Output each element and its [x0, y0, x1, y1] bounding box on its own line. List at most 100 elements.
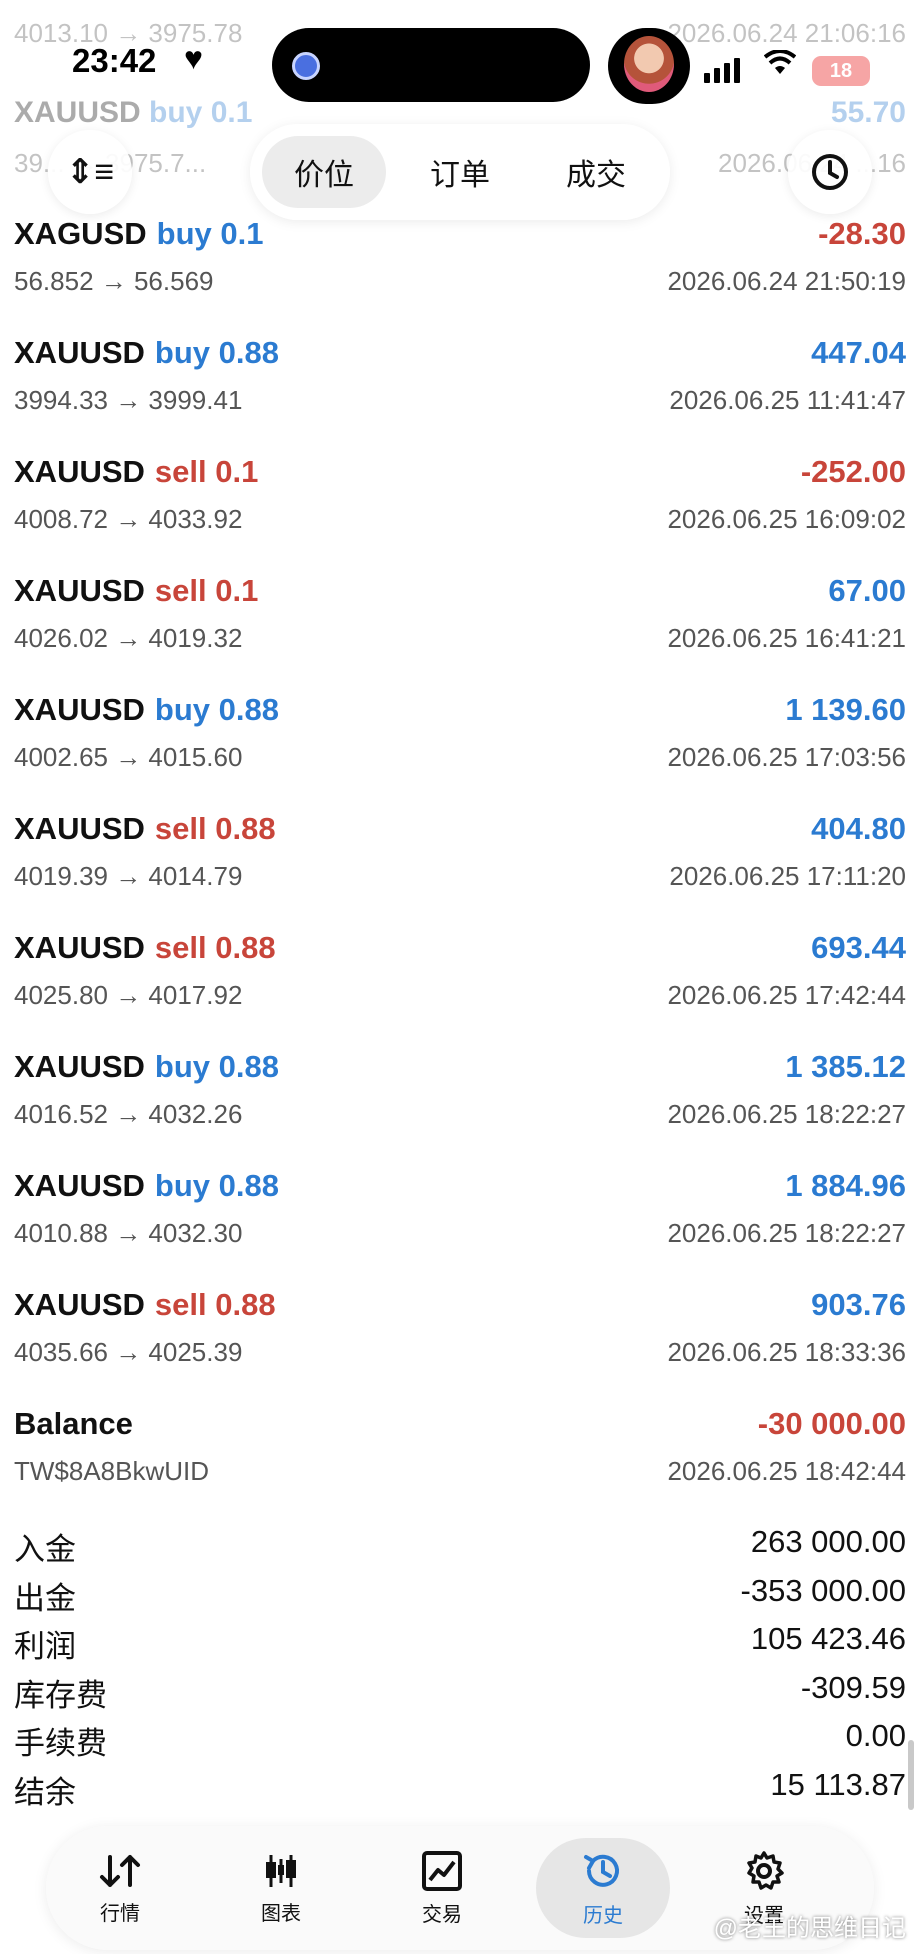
summary-row-profit: 利润 105 423.46	[14, 1621, 906, 1670]
deal-prices: 4008.72 → 4033.92	[14, 504, 243, 534]
heart-icon: ♥	[184, 40, 203, 76]
summary-label: 结余	[14, 1774, 76, 1810]
deal-symbol: Balance	[14, 1406, 133, 1441]
summary-label: 利润	[14, 1629, 76, 1665]
tab-label: 行情	[100, 1902, 140, 1925]
deal-row[interactable]: XAGUSD buy 0.1 -28.30 56.852 → 56.569 202…	[0, 216, 920, 335]
deal-datetime: 2026.06.25 17:11:20	[669, 861, 906, 891]
history-clock-icon	[584, 1854, 619, 1887]
sort-icon: ⇕≡	[65, 153, 115, 191]
deal-prices: 4016.52 → 4032.26	[14, 1099, 243, 1129]
deal-profit: 67.00	[828, 573, 906, 608]
summary-label: 手续费	[14, 1726, 107, 1762]
deal-profit: 1 139.60	[785, 692, 906, 727]
tab-label: 历史	[583, 1904, 623, 1927]
deal-row[interactable]: XAUUSD sell 0.88 404.80 4019.39 → 4014.79…	[0, 811, 920, 930]
trade-chart-icon	[422, 1850, 462, 1891]
deal-prices: 4010.88 → 4032.30	[14, 1218, 243, 1248]
deal-symbol: XAUUSD sell 0.88	[14, 930, 276, 965]
deal-prices: 4035.66 → 4025.39	[14, 1337, 243, 1367]
deal-prices: 4026.02 → 4019.32	[14, 623, 243, 653]
island-app-icon	[292, 52, 320, 80]
deal-symbol: XAUUSD buy 0.88	[14, 1049, 279, 1084]
settings-gear-icon	[747, 1850, 784, 1890]
deal-datetime: 2026.06.25 18:33:36	[667, 1337, 906, 1367]
tab-history[interactable]: 历史	[536, 1838, 670, 1938]
deal-symbol: XAUUSD buy 0.88	[14, 335, 279, 370]
summary-value: 0.00	[845, 1718, 906, 1754]
deal-datetime: 2026.06.25 18:22:27	[667, 1099, 906, 1129]
deal-row[interactable]: XAUUSD sell 0.88 903.76 4035.66 → 4025.39…	[0, 1287, 920, 1406]
deal-symbol: XAGUSD buy 0.1	[14, 216, 264, 251]
tab-label: 交易	[422, 1903, 462, 1926]
deal-row[interactable]: XAUUSD buy 0.88 1 385.12 4016.52 → 4032.2…	[0, 1049, 920, 1168]
deal-profit: 404.80	[811, 811, 906, 846]
deal-symbol: XAUUSD sell 0.1	[14, 573, 259, 608]
tab-orders[interactable]: 订单	[398, 136, 522, 208]
deal-comment: TW$8A8BkwUID	[14, 1456, 210, 1486]
deal-datetime: 2026.06.25 18:22:27	[667, 1218, 906, 1248]
deal-datetime: 2026.06.25 18:42:44	[667, 1456, 906, 1486]
deal-symbol: XAUUSD sell 0.1	[14, 454, 259, 489]
deal-row[interactable]: XAUUSD buy 0.88 1 139.60 4002.65 → 4015.6…	[0, 692, 920, 811]
deal-profit: 1 884.96	[785, 1168, 906, 1203]
deal-profit: 447.04	[811, 335, 906, 370]
tab-quotes[interactable]: 行情	[53, 1838, 187, 1938]
deal-profit: 1 385.12	[785, 1049, 906, 1084]
quotes-arrows-icon	[100, 1854, 140, 1887]
status-time: 23:42	[72, 42, 157, 79]
period-button[interactable]	[788, 130, 872, 214]
deal-profit: -252.00	[800, 454, 906, 489]
summary-value: 263 000.00	[750, 1524, 906, 1559]
clock-icon	[812, 154, 848, 190]
deal-symbol: XAUUSD sell 0.88	[14, 811, 276, 846]
deal-profit: -28.30	[818, 216, 906, 251]
deal-prices: 56.852 → 56.569	[14, 266, 214, 296]
avatar	[624, 36, 674, 92]
deal-row[interactable]: XAUUSD sell 0.1 -252.00 4008.72 → 4033.92…	[0, 454, 920, 573]
summary-label: 出金	[14, 1580, 76, 1616]
summary-value: 15 113.87	[770, 1766, 906, 1802]
status-bar: 23:42 ♥ 18	[0, 22, 920, 104]
summary-value: 105 423.46	[750, 1621, 906, 1657]
summary-label: 入金	[14, 1532, 76, 1567]
summary-row-commission: 手续费 0.00	[14, 1718, 906, 1767]
deal-row[interactable]: XAUUSD sell 0.88 693.44 4025.80 → 4017.92…	[0, 930, 920, 1049]
summary-row-deposit: 入金 263 000.00	[14, 1524, 906, 1573]
deal-datetime: 2026.06.25 16:41:21	[667, 623, 906, 653]
deal-symbol: XAUUSD buy 0.88	[14, 692, 279, 727]
deal-datetime: 2026.06.25 11:41:47	[669, 385, 906, 415]
deal-profit: -30 000.00	[757, 1406, 906, 1441]
deal-prices: 4019.39 → 4014.79	[14, 861, 243, 891]
tab-label: 图表	[261, 1902, 301, 1925]
summary-value: -353 000.00	[740, 1572, 906, 1608]
tab-chart[interactable]: 图表	[214, 1838, 348, 1938]
watermark: @老王的思维日记	[713, 1915, 906, 1942]
deal-datetime: 2026.06.25 16:09:02	[667, 504, 906, 534]
scroll-indicator[interactable]	[908, 1740, 914, 1810]
battery-indicator: 18	[812, 56, 870, 86]
history-summary: 入金 263 000.00 出金 -353 000.00 利润 105 423.46 …	[14, 1524, 906, 1816]
deal-prices: 4025.80 → 4017.92	[14, 980, 243, 1010]
cellular-signal-icon	[704, 58, 740, 83]
summary-row-swap: 库存费 -309.59	[14, 1670, 906, 1719]
deal-row[interactable]: XAUUSD sell 0.1 67.00 4026.02 → 4019.32 2…	[0, 573, 920, 692]
sort-button[interactable]: ⇕≡	[48, 130, 132, 214]
wifi-icon	[763, 49, 797, 84]
deal-datetime: 2026.06.25 17:42:44	[667, 980, 906, 1010]
deal-datetime: 2026.06.25 17:03:56	[667, 742, 906, 772]
deal-profit: 903.76	[811, 1287, 906, 1322]
tab-trade[interactable]: 交易	[375, 1838, 509, 1938]
deal-datetime: 2026.06.24 21:50:19	[667, 266, 906, 296]
summary-label: 库存费	[14, 1677, 107, 1713]
deal-symbol: XAUUSD sell 0.88	[14, 1287, 276, 1322]
deal-profit: 693.44	[811, 930, 906, 965]
summary-row-balance: 结余 15 113.87	[14, 1767, 906, 1816]
tab-positions[interactable]: 价位	[262, 136, 386, 208]
deal-symbol: XAUUSD buy 0.88	[14, 1168, 279, 1203]
candlestick-chart-icon	[266, 1854, 296, 1887]
balance-row[interactable]: Balance -30 000.00 TW$8A8BkwUID 2026.06.…	[0, 1406, 920, 1525]
tab-deals[interactable]: 成交	[534, 136, 658, 208]
deal-row[interactable]: XAUUSD buy 0.88 447.04 3994.33 → 3999.41 …	[0, 335, 920, 454]
deal-row[interactable]: XAUUSD buy 0.88 1 884.96 4010.88 → 4032.3…	[0, 1168, 920, 1287]
